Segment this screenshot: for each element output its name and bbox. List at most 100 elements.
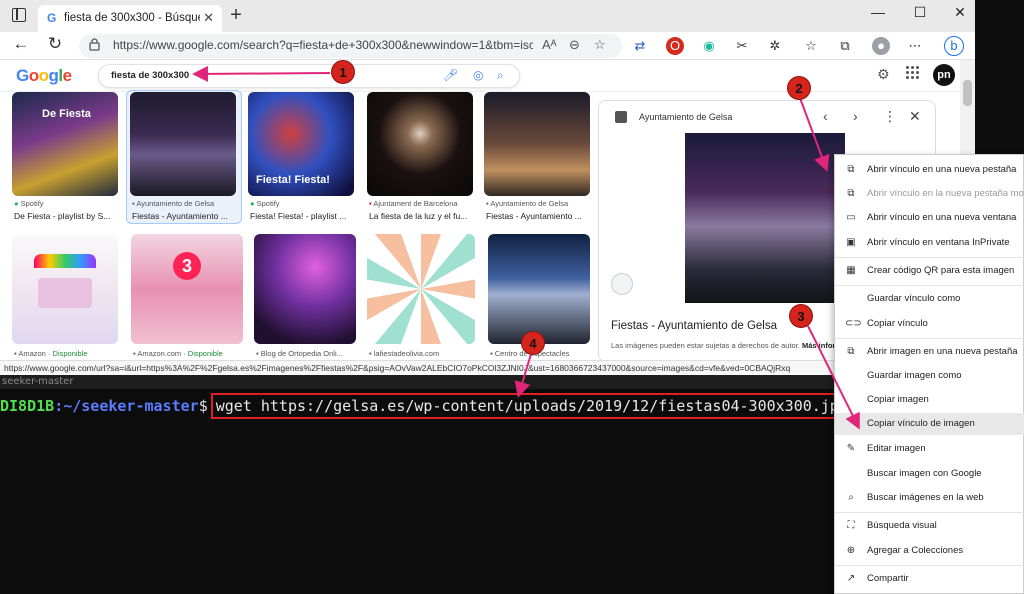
ctx-separator: [835, 285, 1024, 286]
collections-icon: ⊕: [846, 545, 856, 556]
site-favicon-icon: [615, 111, 627, 123]
previous-image-icon[interactable]: ‹: [823, 108, 828, 124]
edit-image-icon: ✎: [846, 443, 856, 454]
ctx-open-link-new-tab[interactable]: ⧉ Abrir vínculo en una nueva pestaña: [835, 159, 1024, 181]
tab-close-icon[interactable]: ✕: [203, 10, 214, 26]
split-tab-icon: ⧉: [847, 188, 855, 199]
search-icon[interactable]: ⌕: [497, 68, 504, 83]
annotation-badge-1: 1: [331, 60, 355, 84]
result-image-9[interactable]: [367, 234, 475, 344]
ctx-copy-image[interactable]: Copiar imagen: [835, 389, 1024, 411]
result-7-source: ▪ Amazon.com · Disponible: [133, 349, 223, 358]
result-4-title[interactable]: La fiesta de la luz y el fu...: [369, 211, 473, 221]
result-image-7[interactable]: 3: [131, 234, 243, 344]
result-image-1[interactable]: De Fiesta: [12, 92, 118, 196]
result-8-source: ▪ Blog de Ortopedia Onli...: [256, 349, 343, 358]
translate-extension-icon[interactable]: ⇄: [631, 37, 649, 55]
bing-chat-icon[interactable]: b: [944, 36, 964, 56]
ctx-copy-image-link[interactable]: Copiar vínculo de imagen: [835, 413, 1024, 435]
terminal-prompt-line[interactable]: DI8D1B:~/seeker-master$ wget https://gels…: [0, 393, 858, 419]
minimize-button[interactable]: —: [858, 4, 898, 20]
result-3-label: Fiesta! Fiesta!: [256, 174, 330, 186]
gear-icon[interactable]: ⚙: [877, 66, 890, 83]
read-aloud-icon[interactable]: Aᴬ: [542, 37, 557, 52]
result-image-3[interactable]: Fiesta! Fiesta!: [248, 92, 354, 196]
opera-extension-icon[interactable]: O: [666, 37, 684, 55]
ctx-edit-image[interactable]: ✎ Editar imagen: [835, 438, 1024, 460]
result-1-title[interactable]: De Fiesta - playlist by S...: [14, 211, 118, 221]
extensions-icon[interactable]: ✲: [766, 37, 784, 55]
favorites-icon[interactable]: ☆: [802, 37, 820, 55]
result-image-5[interactable]: [484, 92, 590, 196]
ctx-save-link-as[interactable]: Guardar vínculo como: [835, 288, 1024, 310]
ctx-create-qr[interactable]: ▦ Crear código QR para esta imagen: [835, 260, 1024, 282]
collections-toolbar-icon[interactable]: ⧉: [836, 37, 854, 55]
ctx-open-link-inprivate[interactable]: ▣ Abrir vínculo en ventana InPrivate: [835, 232, 1024, 254]
result-image-4[interactable]: [367, 92, 473, 196]
terminal-prompt-symbol: $: [198, 397, 208, 415]
microphone-icon[interactable]: 🎤︎: [443, 68, 458, 82]
ctx-add-to-collections[interactable]: ⊕ Agregar a Colecciones: [835, 540, 1024, 562]
profile-icon[interactable]: ●: [872, 37, 890, 55]
back-icon[interactable]: ←: [10, 34, 32, 54]
new-tab-button[interactable]: +: [226, 4, 246, 27]
result-image-8[interactable]: [254, 234, 356, 344]
apps-grid-icon[interactable]: [906, 66, 920, 80]
result-3-source: ● Spotify: [250, 199, 280, 208]
ctx-copy-link[interactable]: ⊂⊃ Copiar vínculo: [835, 313, 1024, 335]
result-6-source: ▪ Amazon · Disponible: [14, 349, 88, 358]
result-2-source: ▪ Ayuntamiento de Gelsa: [132, 199, 215, 208]
close-preview-icon[interactable]: ✕: [909, 108, 921, 125]
menu-icon[interactable]: ⋯: [906, 37, 924, 55]
search-input[interactable]: fiesta de 300x300 🎤︎ ◎ ⌕: [98, 64, 520, 88]
annotation-badge-3: 3: [789, 304, 813, 328]
ctx-visual-search[interactable]: ⛶ Búsqueda visual: [835, 515, 1024, 537]
ctx-search-image-google[interactable]: Buscar imagen con Google: [835, 463, 1024, 485]
favorite-add-icon[interactable]: ☆: [594, 37, 606, 53]
next-image-icon[interactable]: ›: [853, 108, 858, 124]
result-5-title[interactable]: Fiestas - Ayuntamiento ...: [486, 211, 590, 221]
preview-title[interactable]: Fiestas - Ayuntamiento de Gelsa: [611, 320, 777, 332]
ctx-open-link-new-window[interactable]: ▭ Abrir vínculo en una nueva ventana: [835, 207, 1024, 229]
zoom-icon[interactable]: ⊖: [569, 37, 580, 53]
tab-actions-icon[interactable]: [12, 8, 26, 22]
web-search-icon: ⌕: [848, 492, 854, 503]
result-3-title[interactable]: Fiesta! Fiesta! - playlist ...: [250, 211, 354, 221]
ctx-separator: [835, 512, 1024, 513]
url-field[interactable]: https://www.google.com/search?q=fiesta+d…: [79, 34, 622, 58]
lock-icon[interactable]: [89, 38, 100, 51]
more-options-icon[interactable]: ⋮: [883, 108, 897, 125]
ctx-search-images-web[interactable]: ⌕ Buscar imágenes en la web: [835, 487, 1024, 509]
ctx-open-image-new-tab[interactable]: ⧉ Abrir imagen en una nueva pestaña: [835, 341, 1024, 363]
terminal-path: :~/seeker-master: [54, 397, 199, 415]
tab-google-search[interactable]: G fiesta de 300x300 - Búsqueda de ✕: [38, 5, 222, 32]
annotation-badge-4: 4: [521, 331, 545, 355]
ctx-save-image-as[interactable]: Guardar imagen como: [835, 365, 1024, 387]
ctx-separator: [835, 565, 1024, 566]
status-bar-url: https://www.google.com/url?sa=i&url=http…: [0, 360, 975, 375]
share-icon: ↗: [846, 573, 856, 584]
google-logo[interactable]: Google: [16, 66, 72, 86]
result-image-10[interactable]: [488, 234, 590, 344]
result-1-source: ● Spotify: [14, 199, 44, 208]
refresh-icon[interactable]: ↻: [44, 34, 66, 54]
ctx-share[interactable]: ↗ Compartir: [835, 568, 1024, 590]
window-icon: ▭: [846, 212, 856, 223]
scroll-thumb[interactable]: [963, 80, 972, 106]
result-5-source: ▪ Ayuntamiento de Gelsa: [486, 199, 569, 208]
result-image-6[interactable]: [12, 234, 118, 344]
teal-extension-icon[interactable]: ◉: [700, 37, 718, 55]
close-window-button[interactable]: ✕: [940, 4, 975, 21]
preview-site-name[interactable]: Ayuntamiento de Gelsa: [639, 112, 732, 122]
terminal-title: seeker-master: [0, 375, 834, 389]
avatar[interactable]: pn: [933, 64, 955, 86]
visual-search-lens-icon[interactable]: [611, 273, 633, 295]
result-image-2[interactable]: [130, 92, 236, 196]
preview-image[interactable]: [685, 133, 845, 303]
maximize-button[interactable]: ☐: [900, 4, 940, 21]
tool-extension-icon[interactable]: ✂: [733, 37, 751, 55]
terminal-command[interactable]: wget https://gelsa.es/wp-content/uploads…: [210, 393, 858, 419]
result-2-title[interactable]: Fiestas - Ayuntamiento ...: [132, 211, 236, 221]
result-1-label: De Fiesta: [42, 108, 91, 120]
lens-icon[interactable]: ◎: [473, 68, 483, 82]
